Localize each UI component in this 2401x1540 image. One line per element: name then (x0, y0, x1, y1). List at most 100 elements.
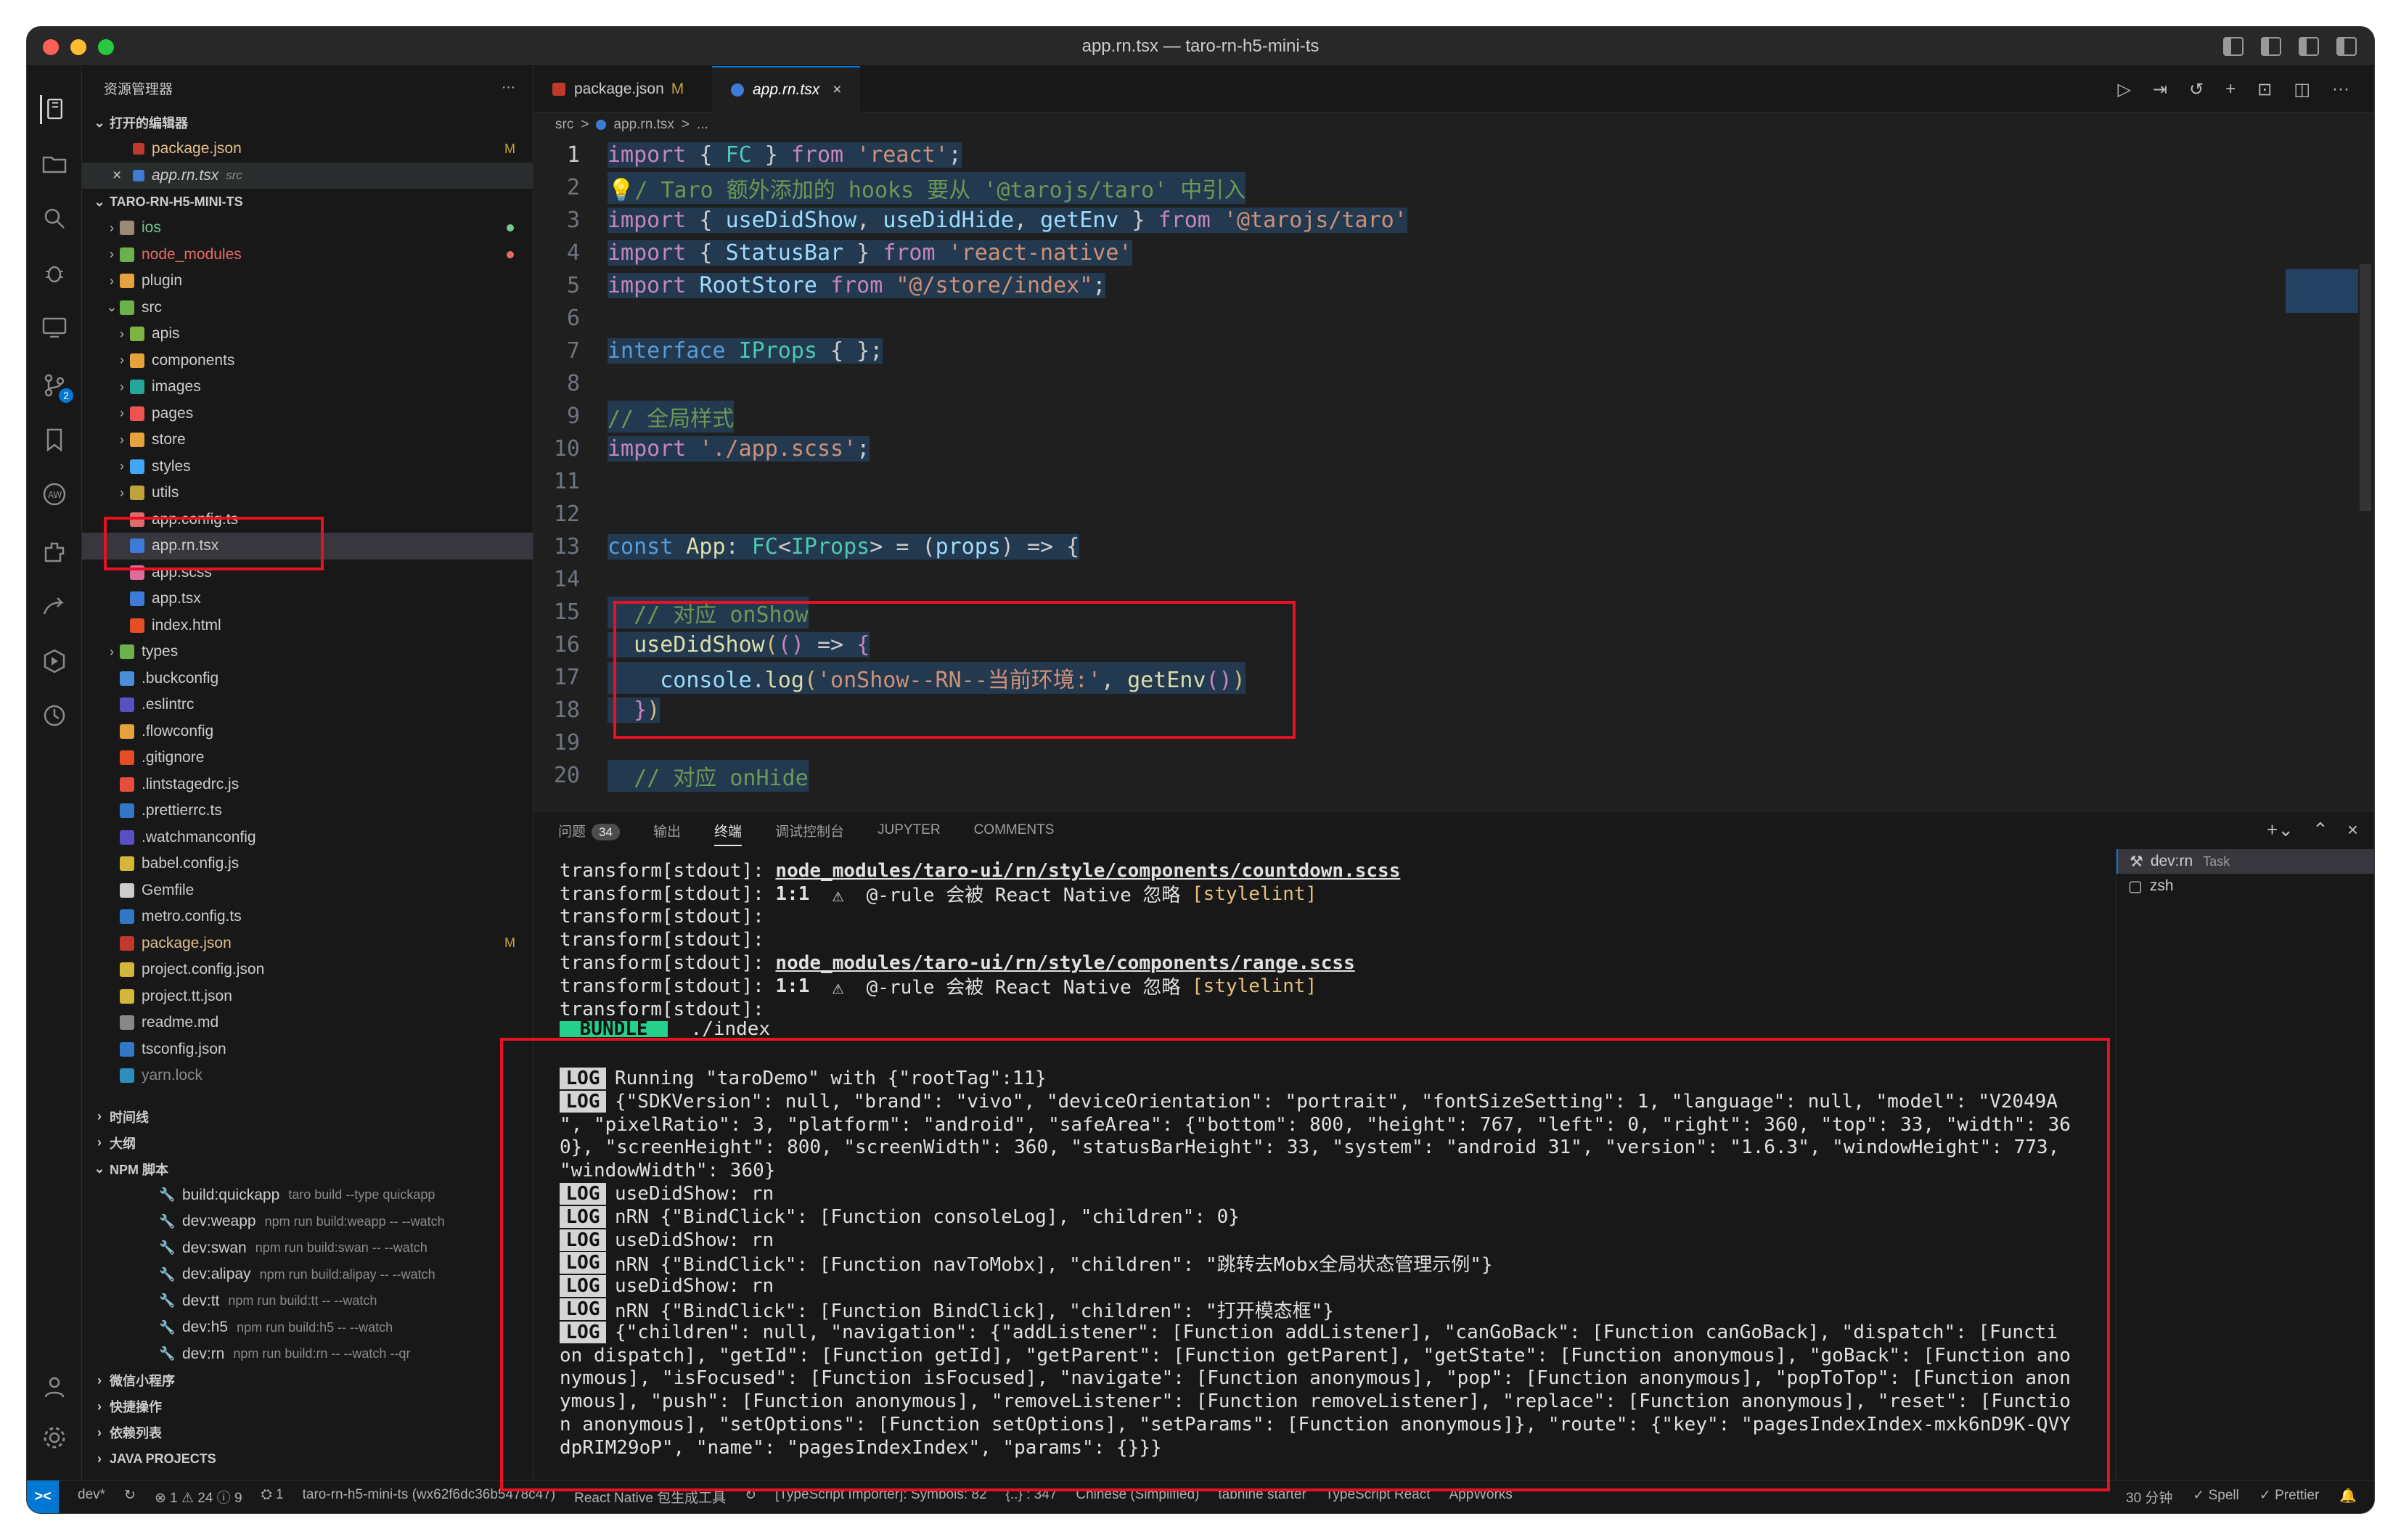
tree-item-babel-config-js[interactable]: babel.config.js (82, 851, 533, 877)
close-window-button[interactable] (43, 39, 59, 55)
timeline-icon[interactable] (40, 701, 69, 730)
tree-item-types[interactable]: › types (82, 639, 533, 665)
tree-item-project-config-json[interactable]: project.config.json (82, 957, 533, 983)
more-actions-icon[interactable]: ··· (2332, 79, 2349, 100)
tree-item-src[interactable]: ⌄ src (82, 295, 533, 321)
run-icon[interactable]: ▷ (2118, 79, 2131, 100)
status-item[interactable]: taro-rn-h5-mini-ts (wx62f6dc36b5478c47) (303, 1487, 556, 1507)
project-section[interactable]: ⌄ TARO-RN-H5-MINI-TS (82, 189, 533, 215)
status-item[interactable]: {..} : 347 (1006, 1487, 1058, 1507)
maximize-panel-icon[interactable]: ⌃ (2312, 819, 2328, 841)
tree-item-app-tsx[interactable]: app.tsx (82, 586, 533, 613)
terminal-file-link[interactable]: node_modules/taro-ui/rn/style/components… (775, 952, 1354, 974)
tree-item-lintstagedrc-js[interactable]: .lintstagedrc.js (82, 771, 533, 798)
npm-script-item[interactable]: 🔧 dev:weapp npm run build:weapp -- --watch (82, 1208, 533, 1235)
add-icon[interactable]: + (2225, 79, 2236, 100)
section-npm-脚本[interactable]: ⌄ NPM 脚本 (82, 1156, 533, 1182)
toggle-sidebar-icon[interactable] (2223, 37, 2243, 56)
panel-tab[interactable]: COMMENTS (974, 822, 1055, 838)
status-item[interactable]: ⛭ 1 (261, 1487, 284, 1507)
tree-item-node-modules[interactable]: › node_modules (82, 242, 533, 269)
customize-layout-icon[interactable] (2336, 37, 2357, 56)
remote-indicator[interactable]: >< (27, 1480, 59, 1513)
status-item[interactable]: ✓ Spell (2193, 1487, 2238, 1507)
tree-item-yarn-lock[interactable]: yarn.lock (82, 1062, 533, 1089)
panel-tab[interactable]: 终端 (713, 815, 742, 846)
explorer-more-icon[interactable]: ··· (502, 80, 515, 96)
status-item[interactable]: ⊗ 1 ⚠ 24 ⓘ 9 (155, 1487, 242, 1507)
minimize-window-button[interactable] (70, 39, 86, 55)
tree-item-readme-md[interactable]: readme.md (82, 1009, 533, 1036)
new-terminal-icon[interactable]: +⌄ (2267, 819, 2294, 841)
status-item[interactable]: Chinese (Simplified) (1076, 1487, 1199, 1507)
tree-item-app-rn-tsx[interactable]: app.rn.tsx (82, 533, 533, 560)
toggle-secondary-sidebar-icon[interactable] (2299, 37, 2319, 56)
minimap[interactable] (2286, 269, 2358, 313)
status-item[interactable]: 30 分钟 (2126, 1487, 2172, 1507)
tree-item-flowconfig[interactable]: .flowconfig (82, 718, 533, 745)
tree-item-app-scss[interactable]: app.scss (82, 560, 533, 586)
status-item[interactable]: dev* (78, 1487, 105, 1507)
tree-item-apis[interactable]: › apis (82, 321, 533, 348)
extensions-icon[interactable] (40, 538, 69, 567)
open-editors-section[interactable]: ⌄ 打开的编辑器 (82, 110, 533, 136)
npm-script-item[interactable]: 🔧 dev:alipay npm run build:alipay -- --wat… (82, 1261, 533, 1288)
status-item[interactable]: ✓ Prettier (2259, 1487, 2319, 1507)
search-icon[interactable] (40, 204, 69, 233)
status-item[interactable]: ↻ (745, 1487, 756, 1507)
npm-script-item[interactable]: 🔧 dev:rn npm run build:rn -- --watch --qr (82, 1341, 533, 1368)
tree-item-utils[interactable]: › utils (82, 480, 533, 507)
status-item[interactable]: [TypeScript Importer]: Symbols: 82 (775, 1487, 986, 1507)
liveshare-icon[interactable] (40, 592, 69, 621)
split-editor-icon[interactable]: ◫ (2294, 79, 2310, 100)
breadcrumb-symbol[interactable]: ... (697, 117, 708, 133)
testing-icon[interactable] (40, 647, 69, 676)
npm-script-item[interactable]: 🔧 dev:swan npm run build:swan -- --watch (82, 1235, 533, 1262)
tree-item-index-html[interactable]: index.html (82, 613, 533, 639)
open-changes-icon[interactable]: ⇥ (2153, 79, 2167, 100)
close-editor-icon[interactable]: × (113, 167, 121, 184)
account-icon[interactable] (40, 1372, 69, 1401)
preview-icon[interactable]: ⊡ (2257, 79, 2272, 100)
terminal-file-link[interactable]: node_modules/taro-ui/rn/style/components… (775, 860, 1400, 882)
tree-item-styles[interactable]: › styles (82, 454, 533, 480)
history-icon[interactable]: ↺ (2189, 79, 2204, 100)
settings-gear-icon[interactable] (40, 1423, 69, 1452)
close-tab-icon[interactable]: × (833, 81, 841, 99)
panel-tab[interactable]: 调试控制台 (775, 821, 844, 840)
tree-item-images[interactable]: › images (82, 374, 533, 401)
breadcrumb-src[interactable]: src (555, 117, 573, 133)
section-时间线[interactable]: › 时间线 (82, 1104, 533, 1130)
toggle-panel-icon[interactable] (2261, 37, 2281, 56)
explorer-icon[interactable] (40, 95, 69, 124)
remote-explorer-icon[interactable] (40, 313, 69, 342)
open-editor-item[interactable]: package.json M (82, 136, 533, 163)
status-item[interactable]: AppWorks (1449, 1487, 1513, 1507)
tree-item-plugin[interactable]: › plugin (82, 268, 533, 295)
npm-script-item[interactable]: 🔧 dev:h5 npm run build:h5 -- --watch (82, 1314, 533, 1341)
debug-icon[interactable] (40, 258, 69, 287)
tree-item-ios[interactable]: › ios (82, 215, 533, 242)
terminal-item[interactable]: ⚒ dev:rn Task (2116, 849, 2374, 874)
section-java-projects[interactable]: › JAVA PROJECTS (82, 1446, 533, 1472)
tree-item-components[interactable]: › components (82, 348, 533, 374)
tree-item-watchmanconfig[interactable]: .watchmanconfig (82, 824, 533, 851)
close-panel-icon[interactable]: × (2347, 819, 2358, 841)
tree-item-pages[interactable]: › pages (82, 401, 533, 427)
code-editor[interactable]: 1 import { FC } from 'react'; 2 💡/ Taro 额外添… (533, 137, 2374, 811)
status-item[interactable]: ↻ (124, 1487, 136, 1507)
tab-app-rn-tsx[interactable]: app.rn.tsx × (712, 66, 861, 112)
notifications-bell-icon[interactable]: 🔔 (2339, 1487, 2357, 1507)
tree-item-prettierrc-ts[interactable]: .prettierrc.ts (82, 798, 533, 824)
tree-item-eslintrc[interactable]: .eslintrc (82, 692, 533, 718)
tree-item-app-config-ts[interactable]: app.config.ts (82, 507, 533, 533)
status-item[interactable]: TypeScript React (1325, 1487, 1431, 1507)
tab-package-json[interactable]: package.json M (533, 66, 703, 112)
terminal-item[interactable]: ▢ zsh (2116, 874, 2374, 898)
npm-script-item[interactable]: 🔧 build:quickapp taro build --type quickap… (82, 1182, 533, 1209)
breadcrumb-file[interactable]: app.rn.tsx (613, 117, 674, 133)
tree-item-project-tt-json[interactable]: project.tt.json (82, 983, 533, 1010)
status-item[interactable]: React Native 包生成工具 (574, 1487, 726, 1507)
tree-item-package-json[interactable]: package.json M (82, 930, 533, 957)
tree-item-gemfile[interactable]: Gemfile (82, 877, 533, 904)
